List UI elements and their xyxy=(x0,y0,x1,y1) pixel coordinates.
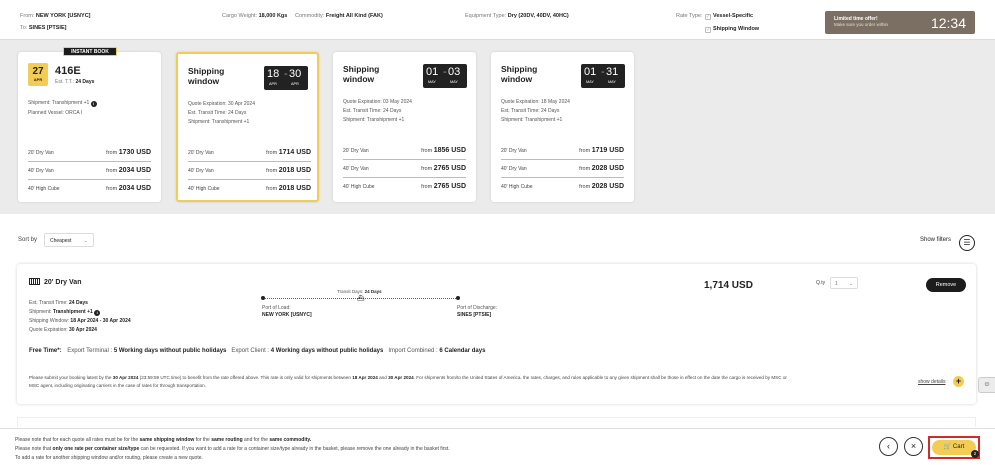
equipment-type-field: Equipment Type: Dry (20DV, 40DV, 40HC) xyxy=(465,13,569,19)
quote-summary-bar: From: NEW YORK [USNYC] To: SINES [PTSIE]… xyxy=(0,0,995,40)
rate-row: 40' Dry Van from 2018 USD xyxy=(188,162,311,180)
shipping-window-card-selected[interactable]: Shipping window 18-30 APR APR Quote Expira… xyxy=(176,52,319,202)
rate-row: 20' Dry Van from 1719 USD xyxy=(501,142,624,160)
footer-note-2: Please note that only one rate per conta… xyxy=(15,446,450,452)
window-range: 18-30 APR APR xyxy=(264,66,308,90)
rate-row: 20' Dry Van from 1714 USD xyxy=(188,144,311,162)
instant-book-badge: INSTANT BOOK xyxy=(63,47,117,56)
remove-button[interactable]: Remove xyxy=(926,278,966,292)
destination-dot xyxy=(456,296,460,300)
feedback-icon[interactable]: ☺ xyxy=(978,377,995,393)
transit-time: Est. Transit Time: 24 Days xyxy=(188,110,247,116)
rate-type-shipping-window[interactable]: ✓ Shipping Window xyxy=(705,26,759,33)
shipment-info: Shipment: Transhipment +1 xyxy=(188,119,250,125)
filter-icon[interactable]: ☰ xyxy=(959,235,975,251)
origin-dot xyxy=(261,296,265,300)
commodity-field: Commodity: Freight All Kind (FAK) xyxy=(295,13,383,19)
next-rate-card xyxy=(17,417,976,427)
port-of-load: Port of Load: NEW YORK [USNYC] xyxy=(262,305,312,318)
rate-row: 40' High Cube from 2034 USD xyxy=(28,185,151,192)
chevron-down-icon: ⌄ xyxy=(848,281,853,287)
cart-count-badge: 2 xyxy=(971,450,979,458)
departure-date: 27 APR xyxy=(28,63,48,86)
chevron-left-icon[interactable]: ‹ xyxy=(879,437,898,456)
vessel-card[interactable]: 27 APR 416E Est. T.T.: 24 Days Shipment:… xyxy=(18,52,161,202)
chevron-down-icon: ⌄ xyxy=(83,238,88,244)
container-type: 20' Dry Van xyxy=(29,278,81,286)
card-title: Shipping window xyxy=(188,66,225,86)
shipment-info: Shipment: Transhipment +1 i xyxy=(29,309,101,316)
transit-time: Est. T.T.: 24 Days xyxy=(55,79,95,85)
rate-row: 20' Dry Van from 1730 USD xyxy=(28,144,151,162)
shipping-window-card[interactable]: Shipping window 01-31 MAY MAY Quote Expira… xyxy=(491,52,634,202)
shipment-info: Shipment: Transhipment +1 i xyxy=(28,100,97,107)
rate-type-vessel-specific[interactable]: ✓ Vessel-Specific xyxy=(705,13,753,20)
rate-row: 40' Dry Van from 2028 USD xyxy=(501,160,624,178)
route-timeline: Transit Days: 24 Days ⛴ Port of Load: NEW… xyxy=(261,289,497,330)
rate-type-label: Rate Type: xyxy=(676,13,703,19)
sort-select[interactable]: Cheapest ⌄ xyxy=(44,233,94,247)
shipping-window: Shipping Window: 18 Apr 2024 - 30 Apr 20… xyxy=(29,318,131,324)
offer-subtitle: Make sure you order within xyxy=(834,22,889,27)
window-range: 01-03 MAY MAY xyxy=(423,64,467,88)
shipment-info: Shipment: Transhipment +1 xyxy=(343,117,405,123)
port-of-discharge: Port of Discharge: SINES [PTSIE] xyxy=(457,305,498,318)
card-title: Shipping window xyxy=(343,64,380,84)
ship-icon: ⛴ xyxy=(357,296,365,302)
cart-icon: 🛒 xyxy=(943,444,952,450)
quantity-label: Q.ty xyxy=(816,280,826,286)
to-field: To: SINES [PTSIE] xyxy=(20,25,67,31)
planned-vessel: Planned Vessel: ORCA I xyxy=(28,110,83,116)
rate-result-card: 20' Dry Van Est. Transit Time: 24 Days S… xyxy=(17,264,976,404)
container-icon xyxy=(29,278,40,285)
checkbox-icon: ✓ xyxy=(705,14,711,20)
window-range: 01-31 MAY MAY xyxy=(581,64,625,88)
card-title: Shipping window xyxy=(501,64,538,84)
from-field: From: NEW YORK [USNYC] xyxy=(20,13,91,19)
rate-row: 40' Dry Van from 2765 USD xyxy=(343,160,466,178)
rate-row: 20' Dry Van from 1856 USD xyxy=(343,142,466,160)
countdown: 12:34 xyxy=(930,15,966,31)
rate-row: 40' High Cube from 2765 USD xyxy=(343,183,466,190)
info-icon[interactable]: i xyxy=(90,101,97,107)
quote-expiration: Quote Expiration: 03 May 2024 xyxy=(343,99,412,105)
quote-expiration: Quote Expiration: 30 Apr 2024 xyxy=(29,327,97,333)
transit-days: Transit Days: 24 Days xyxy=(337,289,382,294)
transit-time: Est. Transit Time: 24 Days xyxy=(343,108,402,114)
vessel-voyage: 416E xyxy=(55,65,81,77)
show-filters-button[interactable]: Show filters xyxy=(920,237,951,243)
rate-price: 1,714 USD xyxy=(704,280,753,291)
checkbox-icon: ✓ xyxy=(705,27,711,33)
plus-icon[interactable]: + xyxy=(953,376,964,387)
footer-note-1: Please note that for each quote all rate… xyxy=(15,437,312,443)
cart-button[interactable]: 🛒 Cart 2 xyxy=(928,436,980,459)
rate-row: 40' High Cube from 2028 USD xyxy=(501,183,624,190)
info-icon[interactable]: i xyxy=(94,310,101,316)
transit-time: Est. Transit Time: 24 Days xyxy=(29,300,88,306)
quote-expiration: Quote Expiration: 18 May 2024 xyxy=(501,99,570,105)
cargo-weight-field: Cargo Weight: 18,000 Kgs xyxy=(222,13,288,19)
free-time: Free Time*: Export Terminal : 5 Working … xyxy=(29,348,486,354)
shipping-window-card[interactable]: Shipping window 01-03 MAY MAY Quote Expira… xyxy=(333,52,476,202)
quote-expiration: Quote Expiration: 30 Apr 2024 xyxy=(188,101,255,107)
quantity-select[interactable]: 1 ⌄ xyxy=(830,277,858,289)
shipment-info: Shipment: Transhipment +1 xyxy=(501,117,563,123)
sort-label: Sort by xyxy=(18,237,38,243)
show-details-link[interactable]: show details xyxy=(918,379,946,385)
rate-row: 40' Dry Van from 2034 USD xyxy=(28,162,151,180)
footer-note-3: To add a rate for another shipping windo… xyxy=(15,455,203,461)
rate-row: 40' High Cube from 2018 USD xyxy=(188,185,311,192)
transit-time: Est. Transit Time: 24 Days xyxy=(501,108,560,114)
close-icon[interactable]: × xyxy=(904,437,923,456)
booking-disclaimer: Please submit your booking latest by the… xyxy=(29,375,787,388)
offer-timer: Limited time offer! Make sure you order … xyxy=(825,11,975,34)
